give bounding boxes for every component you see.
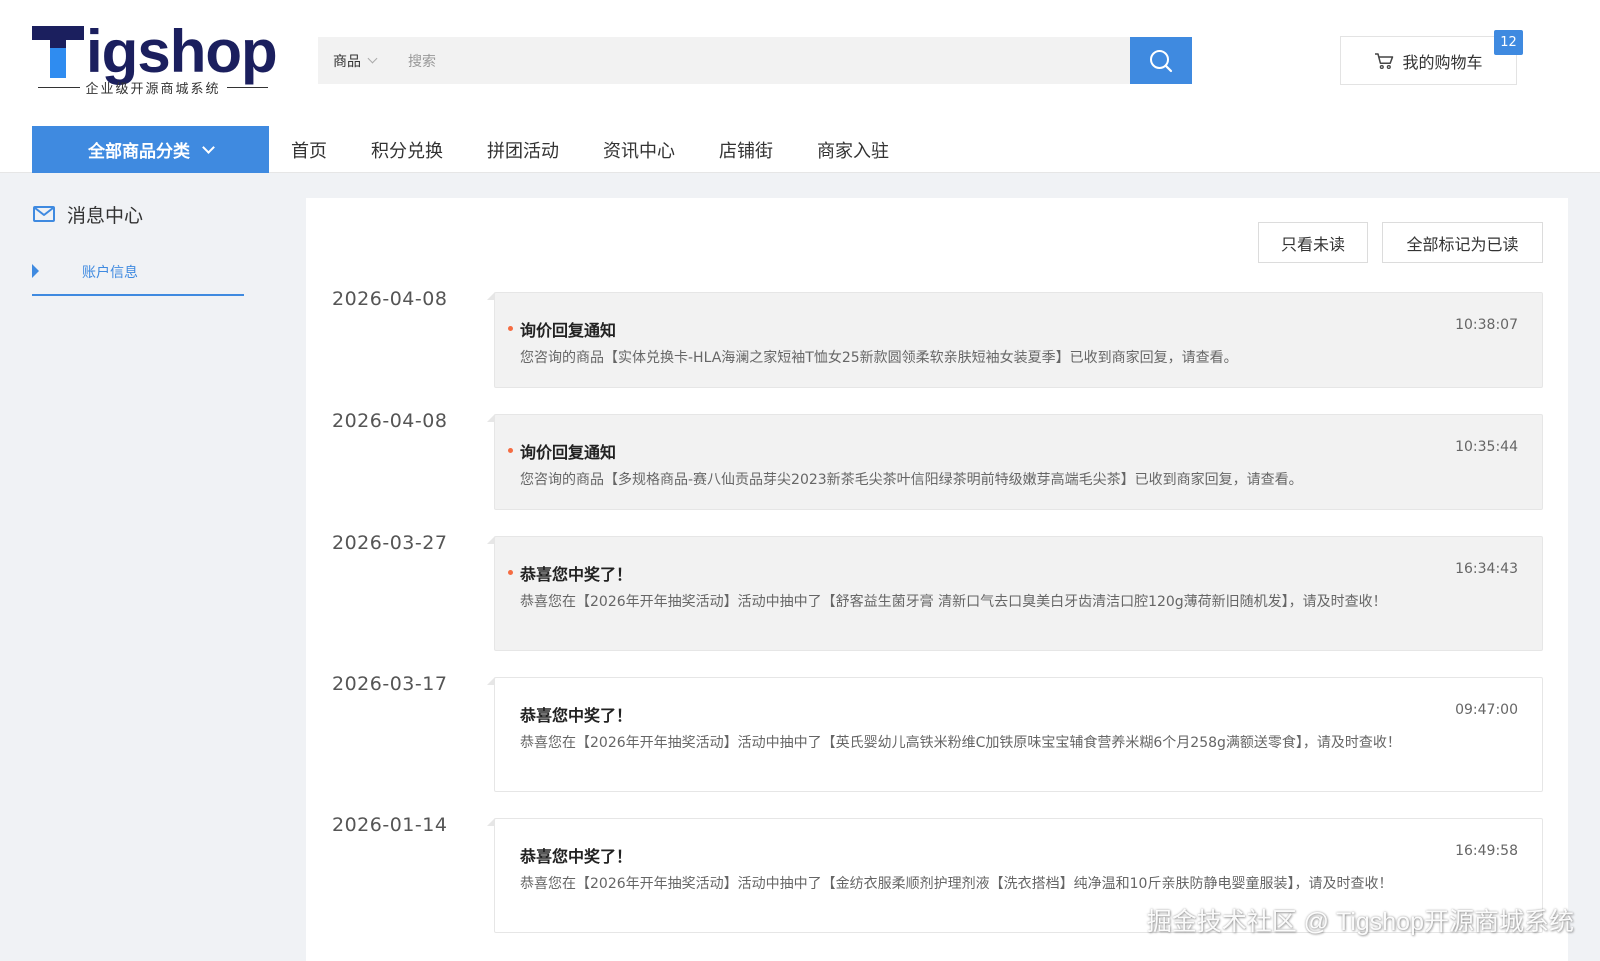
message-time: 16:49:58	[1455, 843, 1518, 859]
message-title: 恭喜您中奖了！	[520, 706, 633, 725]
nav-item-merchant-join[interactable]: 商家入驻	[817, 137, 889, 163]
cart-label: 我的购物车	[1402, 52, 1483, 72]
message-card[interactable]: 恭喜您中奖了！ 09:47:00 恭喜您在【2026年开年抽奖活动】活动中抽中了…	[487, 677, 1543, 792]
main-nav: 全部商品分类 首页 积分兑换 拼团活动 资讯中心 店铺街 商家入驻	[0, 126, 1600, 173]
unread-dot	[508, 326, 513, 331]
search-button[interactable]	[1130, 37, 1192, 84]
message-title: 询价回复通知	[520, 443, 617, 462]
message-date: 2026-03-27	[332, 532, 448, 554]
nav-item-home[interactable]: 首页	[291, 137, 327, 163]
mail-icon	[33, 206, 55, 222]
logo-wordmark: igshop	[32, 16, 278, 85]
search-category-dropdown[interactable]: 商品	[318, 51, 408, 71]
nav-item-news[interactable]: 资讯中心	[603, 137, 675, 163]
sidebar: 消息中心 账户信息	[32, 198, 244, 296]
message-date: 2026-03-17	[332, 673, 448, 695]
logo-t-mark	[32, 20, 84, 80]
nav-item-group-buy[interactable]: 拼团活动	[487, 137, 559, 163]
search-category-label: 商品	[333, 53, 361, 70]
nav-item-shops[interactable]: 店铺街	[719, 137, 773, 163]
sidebar-item-account-info[interactable]: 账户信息	[32, 262, 244, 296]
tigshop-logo[interactable]: igshop 企业级开源商城系统	[32, 16, 278, 100]
site-header: igshop 企业级开源商城系统 商品 我的购物车 12	[0, 0, 1600, 173]
message-title: 询价回复通知	[520, 321, 617, 340]
message-time: 09:47:00	[1455, 702, 1518, 718]
message-card[interactable]: 恭喜您中奖了！ 16:49:58 恭喜您在【2026年开年抽奖活动】活动中抽中了…	[487, 818, 1543, 933]
logo-tagline-text: 企业级开源商城系统	[85, 82, 221, 97]
logo-text: igshop	[86, 18, 278, 85]
sidebar-item-label: 账户信息	[82, 265, 138, 281]
message-date: 2026-01-14	[332, 814, 448, 836]
sidebar-title: 消息中心	[67, 204, 144, 227]
unread-dot	[508, 570, 513, 575]
mark-all-read-button[interactable]: 全部标记为已读	[1382, 222, 1543, 263]
search-icon	[1150, 49, 1173, 72]
nav-item-points[interactable]: 积分兑换	[371, 137, 443, 163]
message-panel: 只看未读 全部标记为已读 2026-04-08 询价回复通知 10:38:07 …	[306, 198, 1568, 961]
unread-only-button[interactable]: 只看未读	[1258, 222, 1368, 263]
active-indicator-icon	[32, 264, 39, 278]
search-bar: 商品	[318, 37, 1192, 84]
cart-icon	[1375, 52, 1394, 69]
sidebar-header: 消息中心	[32, 198, 244, 230]
message-time: 10:35:44	[1455, 439, 1518, 455]
message-body: 恭喜您在【2026年开年抽奖活动】活动中抽中了【舒客益生菌牙膏 清新口气去口臭美…	[520, 594, 1387, 610]
search-input[interactable]	[408, 37, 1130, 84]
message-card[interactable]: 恭喜您中奖了！ 16:34:43 恭喜您在【2026年开年抽奖活动】活动中抽中了…	[487, 536, 1543, 651]
message-title: 恭喜您中奖了！	[520, 847, 633, 866]
chevron-down-icon	[202, 140, 215, 154]
message-time: 10:38:07	[1455, 317, 1518, 333]
message-body: 您咨询的商品【实体兑换卡-HLA海澜之家短袖T恤女25新款圆领柔软亲肤短袖女装夏…	[520, 350, 1238, 366]
cart-count-badge: 12	[1494, 30, 1523, 55]
chevron-down-icon	[367, 53, 378, 64]
message-title: 恭喜您中奖了！	[520, 565, 633, 584]
unread-dot	[508, 448, 513, 453]
message-card[interactable]: 询价回复通知 10:35:44 您咨询的商品【多规格商品-赛八仙贡品芽尖2023…	[487, 414, 1543, 510]
all-categories-label: 全部商品分类	[88, 142, 190, 162]
cart-button[interactable]: 我的购物车	[1340, 36, 1517, 85]
message-body: 您咨询的商品【多规格商品-赛八仙贡品芽尖2023新茶毛尖茶叶信阳绿茶明前特级嫩芽…	[520, 472, 1303, 488]
all-categories-button[interactable]: 全部商品分类	[32, 126, 269, 173]
message-body: 恭喜您在【2026年开年抽奖活动】活动中抽中了【英氏婴幼儿高铁米粉维C加铁原味宝…	[520, 735, 1401, 751]
message-time: 16:34:43	[1455, 561, 1518, 577]
message-body: 恭喜您在【2026年开年抽奖活动】活动中抽中了【金纺衣服柔顺剂护理剂液【洗衣搭档…	[520, 876, 1393, 892]
logo-tagline: 企业级开源商城系统	[38, 78, 269, 97]
message-date: 2026-04-08	[332, 288, 448, 310]
message-card[interactable]: 询价回复通知 10:38:07 您咨询的商品【实体兑换卡-HLA海澜之家短袖T恤…	[487, 292, 1543, 388]
message-date: 2026-04-08	[332, 410, 448, 432]
